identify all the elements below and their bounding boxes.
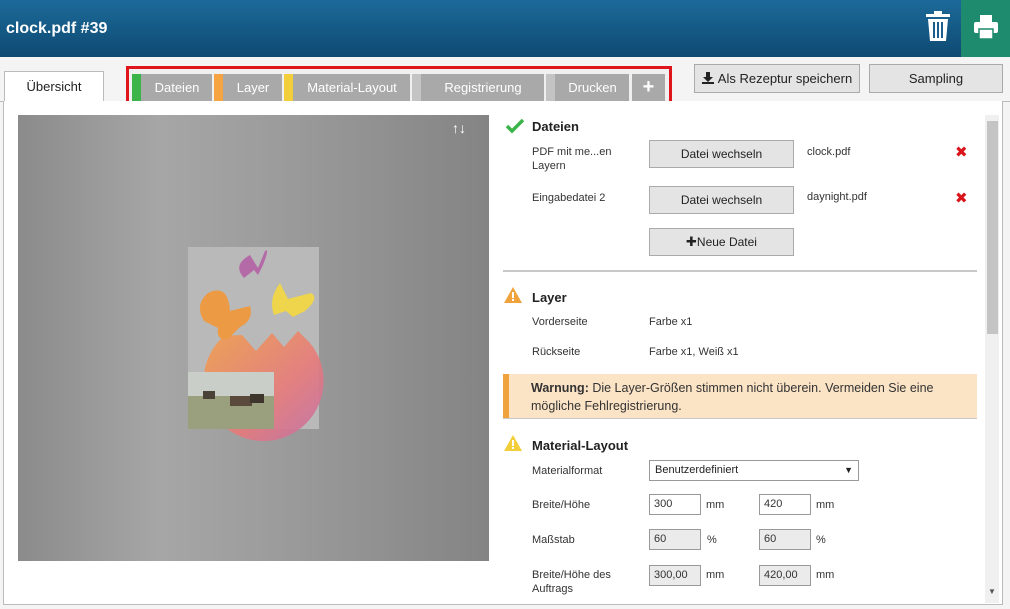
warning-label: Warnung: <box>531 381 589 395</box>
step-status-bar <box>214 74 223 101</box>
scrollbar[interactable]: ▼ <box>985 115 999 603</box>
file-row-label: Eingabedatei 2 <box>532 192 606 204</box>
warning-icon <box>504 287 522 303</box>
artwork-preview <box>188 247 324 442</box>
preview-canvas[interactable]: ↑↓ <box>18 115 489 561</box>
step-layer[interactable]: Layer <box>214 74 282 101</box>
scrollbar-thumb[interactable] <box>987 121 998 334</box>
scale-y-input[interactable]: 60 <box>759 529 811 550</box>
scale-x-unit: % <box>707 534 717 546</box>
size-label: Breite/Höhe <box>532 499 591 511</box>
file-row-label: PDF mit me...en Layern <box>532 146 612 172</box>
material-format-label: Materialformat <box>532 465 603 477</box>
warning-icon <box>504 435 522 451</box>
save-recipe-button[interactable]: Als Rezeptur speichern <box>694 64 860 93</box>
change-file-button[interactable]: Datei wechseln <box>649 186 794 214</box>
height-unit: mm <box>816 499 835 511</box>
file-name: clock.pdf <box>807 146 851 158</box>
download-icon <box>701 72 714 84</box>
step-dateien[interactable]: Dateien <box>132 74 212 101</box>
plus-icon: ✚ <box>686 234 697 249</box>
top-bar: clock.pdf #39 <box>0 0 1010 57</box>
step-status-bar <box>132 74 141 101</box>
layer-warning: Warnung: Die Layer-Größen stimmen nicht … <box>503 374 977 418</box>
step-status-bar <box>412 74 421 101</box>
material-format-value: Benutzerdefiniert <box>655 464 739 476</box>
job-width-input[interactable]: 300,00 <box>649 565 701 586</box>
layer-row-label: Rückseite <box>532 346 581 358</box>
printer-icon <box>974 15 998 40</box>
step-label: Drucken <box>568 80 617 95</box>
add-step-button[interactable]: + <box>632 74 665 101</box>
section-title-material-layout: Material-Layout <box>532 438 629 453</box>
section-divider <box>503 270 977 272</box>
scale-x-input[interactable]: 60 <box>649 529 701 550</box>
scale-label: Maßstab <box>532 534 575 546</box>
step-label: Dateien <box>154 80 200 95</box>
change-file-button[interactable]: Datei wechseln <box>649 140 794 168</box>
job-size-label: Breite/Höhe des Auftrags <box>532 569 611 595</box>
step-material-layout[interactable]: Material-Layout <box>284 74 410 101</box>
remove-file-icon[interactable]: ✖ <box>955 189 968 207</box>
warning-text: Die Layer-Größen stimmen nicht überein. … <box>531 381 934 413</box>
trash-icon[interactable] <box>924 10 952 44</box>
section-title-layer: Layer <box>532 290 567 305</box>
print-button[interactable] <box>961 0 1010 57</box>
layer-row-value: Farbe x1 <box>649 316 693 328</box>
new-file-label: Neue Datei <box>696 235 757 249</box>
reorder-arrows-icon[interactable]: ↑↓ <box>452 120 466 136</box>
width-unit: mm <box>706 499 725 511</box>
sampling-button[interactable]: Sampling <box>869 64 1003 93</box>
job-width-unit: mm <box>706 569 725 581</box>
step-status-bar <box>284 74 293 101</box>
step-drucken[interactable]: Drucken <box>546 74 629 101</box>
caret-down-icon: ▼ <box>844 465 853 475</box>
width-input[interactable]: 300 <box>649 494 701 515</box>
step-label: Layer <box>236 80 270 95</box>
tab-overview[interactable]: Übersicht <box>4 71 104 102</box>
height-input[interactable]: 420 <box>759 494 811 515</box>
scroll-down-icon[interactable]: ▼ <box>988 587 996 596</box>
step-label: Registrierung <box>444 80 522 95</box>
section-divider <box>503 418 977 419</box>
document-title: clock.pdf #39 <box>6 20 108 37</box>
save-recipe-label: Als Rezeptur speichern <box>717 71 853 86</box>
step-label: Material-Layout <box>307 80 397 95</box>
section-title-dateien: Dateien <box>532 119 579 134</box>
remove-file-icon[interactable]: ✖ <box>955 143 968 161</box>
scale-y-unit: % <box>816 534 826 546</box>
layer-row-label: Vorderseite <box>532 316 588 328</box>
layer-row-value: Farbe x1, Weiß x1 <box>649 346 739 358</box>
check-icon <box>506 118 524 134</box>
material-format-select[interactable]: Benutzerdefiniert ▼ <box>649 460 859 481</box>
job-height-input[interactable]: 420,00 <box>759 565 811 586</box>
file-name: daynight.pdf <box>807 191 867 203</box>
step-registrierung[interactable]: Registrierung <box>412 74 544 101</box>
step-status-bar <box>546 74 555 101</box>
job-height-unit: mm <box>816 569 835 581</box>
new-file-button[interactable]: ✚Neue Datei <box>649 228 794 256</box>
workflow-steps: Dateien Layer Material-Layout Registrier… <box>126 66 672 106</box>
